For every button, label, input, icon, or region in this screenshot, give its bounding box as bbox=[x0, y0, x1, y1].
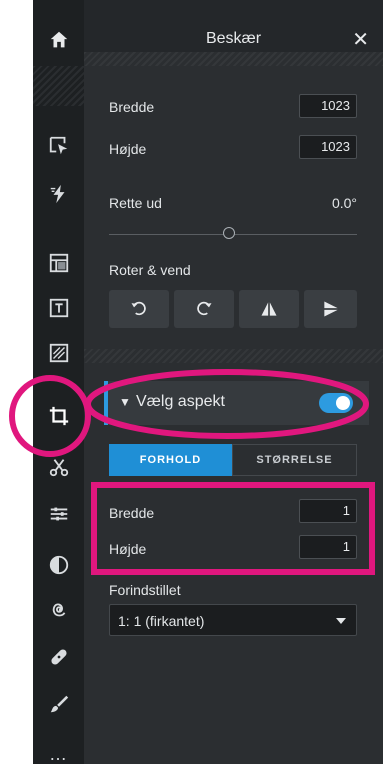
swirl-icon bbox=[52, 603, 65, 617]
width-input[interactable]: 1023 bbox=[299, 94, 357, 118]
crop-panel: Beskær ✕ Bredde 1023 Højde 1023 Rette ud… bbox=[84, 0, 383, 764]
heal-tool-button[interactable] bbox=[33, 637, 84, 677]
aspect-toggle[interactable] bbox=[319, 393, 353, 413]
panel-title: Beskær bbox=[205, 30, 262, 47]
flip-horizontal-button[interactable] bbox=[239, 290, 299, 328]
rotate-right-icon bbox=[197, 301, 212, 316]
height-input[interactable]: 1023 bbox=[299, 135, 357, 159]
crop-icon bbox=[49, 406, 68, 426]
layout-icon bbox=[49, 253, 68, 273]
aspect-label: Vælg aspekt bbox=[136, 393, 225, 410]
rail-divider bbox=[33, 66, 84, 106]
preset-value: 1: 1 (firkantet) bbox=[118, 613, 205, 629]
quick-edit-button[interactable] bbox=[33, 174, 84, 214]
ratio-width-input[interactable]: 1 bbox=[299, 499, 357, 523]
rotate-left-button[interactable] bbox=[109, 290, 169, 328]
flip-vertical-button[interactable] bbox=[304, 290, 357, 328]
close-icon[interactable]: ✕ bbox=[352, 27, 369, 52]
cursor-icon bbox=[49, 136, 67, 155]
tab-ratio[interactable]: FORHOLD bbox=[109, 444, 232, 476]
more-icon: … bbox=[49, 743, 68, 764]
home-icon bbox=[50, 31, 67, 48]
contrast-tool-button[interactable] bbox=[33, 545, 84, 585]
brush-icon bbox=[50, 695, 68, 713]
header-divider bbox=[84, 52, 383, 66]
editor-app: … Beskær ✕ Bredde 1023 Højde 1023 Rette … bbox=[33, 0, 383, 764]
straighten-value: 0.0° bbox=[331, 195, 357, 211]
tab-size[interactable]: STØRRELSE bbox=[232, 444, 357, 476]
preset-label: Forindstillet bbox=[109, 582, 181, 598]
more-tools-button[interactable]: … bbox=[33, 734, 84, 774]
brush-tool-button[interactable] bbox=[33, 684, 84, 724]
swirl-tool-button[interactable] bbox=[33, 590, 84, 630]
text-icon bbox=[49, 298, 68, 318]
bandage-icon bbox=[50, 649, 67, 665]
texture-tool-button[interactable] bbox=[33, 333, 84, 373]
ratio-height-input[interactable]: 1 bbox=[299, 535, 357, 559]
straighten-slider-handle[interactable] bbox=[223, 227, 235, 239]
crop-tool-button[interactable] bbox=[33, 396, 84, 436]
text-tool-button[interactable] bbox=[33, 288, 84, 328]
tool-rail: … bbox=[33, 0, 84, 764]
magic-icon bbox=[50, 184, 64, 204]
home-button[interactable] bbox=[33, 20, 84, 60]
ratio-height-label: Højde bbox=[109, 541, 147, 557]
height-label: Højde bbox=[109, 141, 147, 157]
cut-tool-button[interactable] bbox=[33, 447, 84, 487]
preset-select[interactable]: 1: 1 (firkantet) bbox=[109, 604, 357, 636]
texture-icon bbox=[49, 343, 68, 363]
chevron-down-icon bbox=[336, 618, 346, 624]
section-divider bbox=[84, 349, 383, 363]
straighten-label: Rette ud bbox=[109, 195, 162, 211]
cut-icon bbox=[49, 459, 68, 477]
ratio-width-label: Bredde bbox=[109, 505, 155, 521]
flip-vertical-icon bbox=[323, 301, 338, 317]
rotate-right-button[interactable] bbox=[174, 290, 234, 328]
width-label: Bredde bbox=[109, 99, 155, 115]
select-tool-button[interactable] bbox=[33, 126, 84, 166]
contrast-icon bbox=[49, 555, 68, 575]
rotate-label: Roter & vend bbox=[109, 262, 191, 278]
rotate-left-icon bbox=[131, 301, 146, 316]
aspect-section-header[interactable]: ▼ Vælg aspekt bbox=[104, 381, 369, 425]
chevron-down-icon: ▼ bbox=[119, 395, 131, 409]
toggle-knob bbox=[336, 396, 350, 410]
adjust-icon bbox=[50, 507, 67, 521]
flip-horizontal-icon bbox=[261, 302, 277, 316]
adjust-tool-button[interactable] bbox=[33, 494, 84, 534]
aspect-accent-bar bbox=[104, 381, 108, 425]
layout-tool-button[interactable] bbox=[33, 243, 84, 283]
